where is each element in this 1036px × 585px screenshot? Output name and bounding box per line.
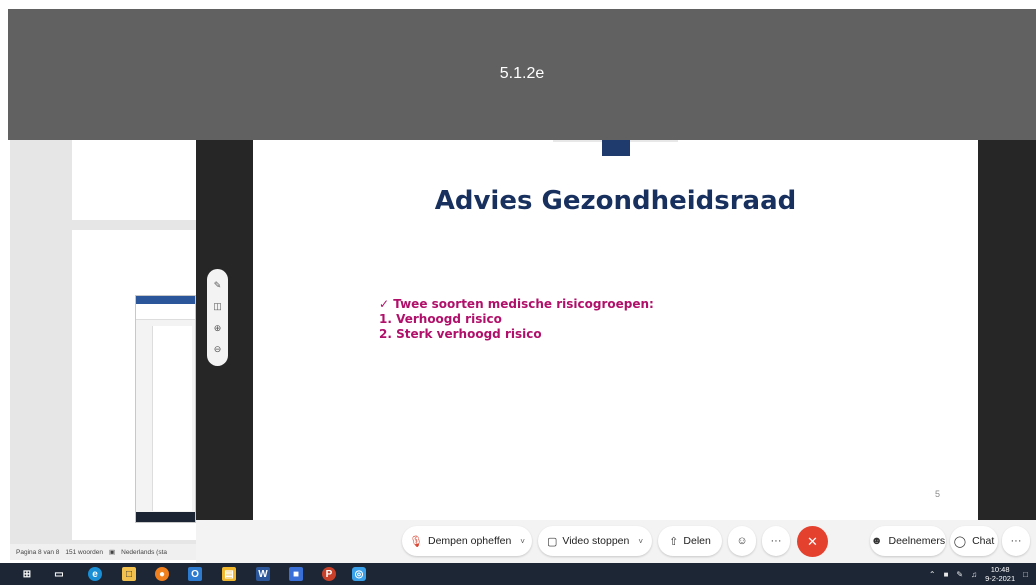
- slide-bullet: 2. Sterk verhoogd risico: [379, 327, 542, 341]
- more-icon: ···: [770, 535, 782, 547]
- participants-label: Deelnemers: [888, 535, 946, 547]
- status-word-count[interactable]: 151 woorden: [65, 549, 103, 556]
- end-call-button[interactable]: ✕: [797, 526, 828, 557]
- powerpoint-icon[interactable]: P: [322, 567, 336, 581]
- share-label: Delen: [683, 535, 711, 547]
- participants-icon: ☻: [870, 535, 883, 547]
- more-options-button[interactable]: ···: [762, 526, 790, 556]
- network-icon[interactable]: ■: [944, 570, 949, 579]
- outlook-icon[interactable]: O: [188, 567, 202, 581]
- stop-video-button[interactable]: ▢ Video stoppen ˅: [538, 526, 652, 556]
- mic-off-icon: 🎙: [409, 535, 423, 548]
- chevron-up-icon[interactable]: ⌃: [929, 570, 936, 579]
- file-explorer-icon[interactable]: ▤: [222, 567, 236, 581]
- firefox-icon[interactable]: ●: [155, 567, 169, 581]
- slide-bullet: ✓ Twee soorten medische risicogroepen:: [379, 297, 654, 311]
- chat-button[interactable]: ◯ Chat: [950, 526, 998, 556]
- stop-video-label: Video stoppen: [562, 535, 630, 547]
- reactions-button[interactable]: ☺: [728, 526, 756, 556]
- windows-start-icon[interactable]: ⊞: [20, 567, 34, 581]
- chevron-down-icon[interactable]: ˅: [520, 537, 525, 546]
- fit-screen-icon[interactable]: ◫: [213, 302, 222, 311]
- windows-taskbar: ⊞ ▭ e □ ● O ▤ W ■ P ◎ ⌃ ■ ✎ ♫ 10:48 9-2-…: [0, 563, 1036, 585]
- task-view-icon[interactable]: ▭: [52, 567, 66, 581]
- view-toolbar: ✎ ◫ ⊕ ⊖: [207, 269, 228, 366]
- chat-label: Chat: [972, 535, 995, 547]
- zoom-in-icon[interactable]: ⊕: [214, 323, 222, 333]
- word-status-bar: Pagina 8 van 8 151 woorden ▣ Nederlands …: [10, 544, 196, 560]
- share-button[interactable]: ⇧ Delen: [658, 526, 722, 556]
- store-icon[interactable]: □: [122, 567, 136, 581]
- slide-page-number: 5: [934, 489, 940, 499]
- embedded-taskbar: [136, 512, 195, 522]
- chat-icon: ◯: [953, 535, 967, 548]
- participants-button[interactable]: ☻ Deelnemers: [870, 526, 946, 556]
- video-icon: ▢: [546, 535, 558, 548]
- close-icon: ✕: [807, 533, 818, 549]
- word-page: [72, 140, 196, 220]
- more-options-button[interactable]: ···: [1002, 526, 1030, 556]
- share-icon: ⇧: [669, 535, 679, 548]
- edge-icon[interactable]: e: [88, 567, 102, 581]
- overlay-banner: 5.1.2e: [8, 9, 1036, 140]
- clock-date: 9-2-2021: [985, 574, 1016, 583]
- status-language[interactable]: Nederlands (sta: [121, 549, 167, 556]
- screen: Pagina 8 van 8 151 woorden ▣ Nederlands …: [0, 0, 1036, 585]
- overlay-label: 5.1.2e: [499, 65, 545, 82]
- clock-time: 10:48: [990, 565, 1010, 574]
- slide-bullet-list: ✓ Twee soorten medische risicogroepen: 1…: [379, 297, 654, 342]
- zoom-app-icon[interactable]: ◎: [352, 567, 366, 581]
- smiley-icon: ☺: [736, 535, 748, 547]
- unmute-button[interactable]: 🎙 Dempen opheffen ˅: [402, 526, 532, 556]
- annotate-icon[interactable]: ✎: [214, 281, 222, 290]
- slide-title: Advies Gezondheidsraad: [434, 186, 797, 216]
- status-page-count[interactable]: Pagina 8 van 8: [16, 549, 59, 556]
- proofing-icon[interactable]: ▣: [109, 548, 115, 556]
- clock[interactable]: 10:48 9-2-2021: [985, 565, 1015, 583]
- more-icon: ···: [1010, 535, 1022, 547]
- meeting-controls-bar: 🎙 Dempen opheffen ˅ ▢ Video stoppen ˅ ⇧ …: [196, 520, 1036, 563]
- slide-logo: [602, 140, 630, 156]
- volume-icon[interactable]: ♫: [971, 570, 977, 579]
- word-icon[interactable]: W: [256, 567, 270, 581]
- embedded-ribbon: [136, 304, 195, 320]
- zoom-out-icon[interactable]: ⊖: [214, 344, 222, 354]
- chevron-down-icon[interactable]: ˅: [638, 537, 643, 546]
- presentation-slide: Advies Gezondheidsraad ✓ Twee soorten me…: [253, 140, 978, 520]
- slide-bullet: 1. Verhoogd risico: [379, 312, 502, 326]
- pen-icon[interactable]: ✎: [956, 570, 963, 579]
- embedded-title-bar: [136, 296, 195, 304]
- embedded-document: [152, 326, 192, 511]
- embedded-screenshot: [135, 295, 196, 523]
- notifications-icon[interactable]: □: [1023, 570, 1028, 579]
- system-tray: ⌃ ■ ✎ ♫ 10:48 9-2-2021 □: [929, 563, 1028, 585]
- unmute-label: Dempen opheffen: [428, 535, 512, 547]
- teams-icon[interactable]: ■: [289, 567, 303, 581]
